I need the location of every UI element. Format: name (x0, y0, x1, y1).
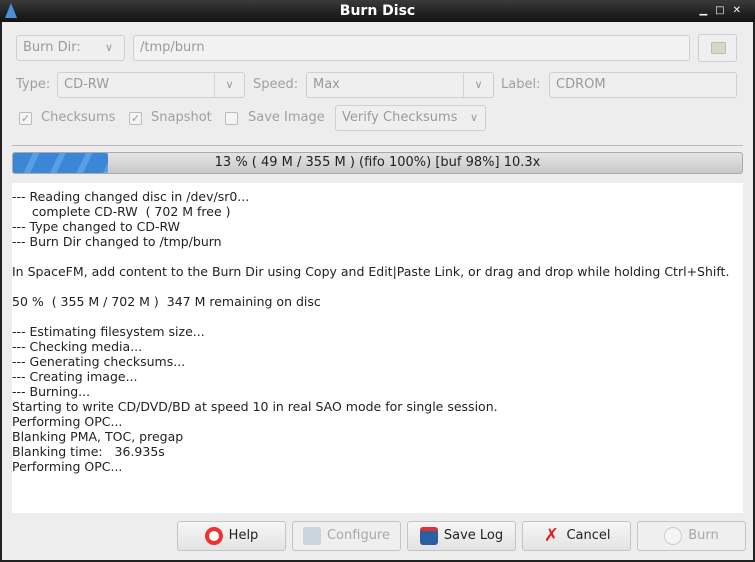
browse-folder-button[interactable] (698, 34, 737, 62)
burn-dir-input[interactable]: /tmp/burn (133, 35, 690, 61)
save-log-label: Save Log (443, 528, 504, 543)
disc-label-label: Label: (501, 77, 541, 92)
cancel-button[interactable]: ✗ Cancel (522, 521, 631, 551)
burn-dialog: Burn Dir: ∨ /tmp/burn Type: CD-RW ∨ Speed:… (2, 22, 753, 560)
log-line: --- Creating image... (12, 369, 138, 384)
log-line: --- Estimating filesystem size... (12, 324, 205, 339)
lifebuoy-icon (204, 526, 223, 545)
burn-dir-mode-select[interactable]: Burn Dir: ∨ (16, 35, 125, 61)
log-line: --- Burn Dir changed to /tmp/burn (12, 234, 222, 249)
help-button[interactable]: Help (177, 521, 286, 551)
verify-value: Verify Checksums (342, 110, 458, 125)
help-label: Help (228, 528, 259, 543)
progress-text: 13 % ( 49 M / 355 M ) (fifo 100%) [buf 9… (214, 155, 541, 170)
type-select[interactable]: CD-RW ∨ (57, 72, 245, 98)
log-output[interactable]: --- Reading changed disc in /dev/sr0... … (12, 183, 743, 513)
burn-button[interactable]: Burn (637, 521, 746, 551)
log-line: --- Generating checksums... (12, 354, 186, 369)
progress-fill (13, 153, 109, 173)
log-line: In SpaceFM, add content to the Burn Dir … (12, 264, 730, 279)
disc-label-input[interactable]: CDROM (549, 72, 737, 98)
save-log-button[interactable]: Save Log (407, 521, 516, 551)
folder-icon (711, 42, 726, 54)
log-line: --- Reading changed disc in /dev/sr0... (12, 189, 250, 204)
speed-value: Max (313, 77, 340, 92)
speed-label: Speed: (253, 77, 299, 92)
checksums-label: Checksums (41, 110, 116, 125)
log-line: Blanking time: 36.935s (12, 444, 165, 459)
close-icon[interactable]: ✕ (733, 5, 749, 16)
title-bar: Burn Disc ▁□✕ (0, 0, 755, 22)
speed-select[interactable]: Max ∨ (306, 72, 494, 98)
type-value: CD-RW (64, 77, 110, 92)
save-image-checkbox[interactable] (225, 112, 238, 125)
log-line: complete CD-RW ( 702 M free ) (12, 204, 231, 219)
minimize-icon[interactable]: ▁ (699, 5, 715, 16)
log-line: Starting to write CD/DVD/BD at speed 10 … (12, 399, 498, 414)
log-line: --- Checking media... (12, 339, 143, 354)
configure-button[interactable]: Configure (292, 521, 401, 551)
snapshot-label: Snapshot (151, 110, 212, 125)
divider (12, 145, 743, 146)
chevron-down-icon: ∨ (463, 73, 493, 97)
disc-icon (664, 526, 683, 545)
chevron-down-icon: ∨ (214, 73, 244, 97)
window-title: Burn Disc (339, 3, 416, 19)
maximize-icon[interactable]: □ (715, 5, 732, 16)
log-line: --- Burning... (12, 384, 91, 399)
log-line: Performing OPC... (12, 459, 123, 474)
cancel-label: Cancel (566, 528, 611, 543)
chevron-down-icon: ∨ (104, 41, 114, 54)
burn-label: Burn (688, 528, 719, 543)
log-line: Blanking PMA, TOC, pregap (12, 429, 184, 444)
save-image-label: Save Image (248, 110, 325, 125)
cancel-x-icon: ✗ (543, 524, 560, 546)
burn-dir-mode-value: Burn Dir: (23, 40, 81, 55)
snapshot-checkbox[interactable]: ✓ (129, 112, 142, 125)
floppy-disk-icon (419, 526, 438, 545)
app-icon (5, 3, 17, 18)
verify-checksums-select[interactable]: Verify Checksums ∨ (335, 105, 486, 131)
tools-icon (302, 526, 321, 545)
log-line: --- Type changed to CD-RW (12, 219, 181, 234)
configure-label: Configure (326, 528, 390, 543)
checksums-checkbox[interactable]: ✓ (19, 112, 32, 125)
burn-progress-bar: 13 % ( 49 M / 355 M ) (fifo 100%) [buf 9… (12, 152, 743, 174)
type-label: Type: (16, 77, 51, 92)
log-line: Performing OPC... (12, 414, 123, 429)
log-line: 50 % ( 355 M / 702 M ) 347 M remaining o… (12, 294, 321, 309)
chevron-down-icon: ∨ (469, 111, 479, 124)
